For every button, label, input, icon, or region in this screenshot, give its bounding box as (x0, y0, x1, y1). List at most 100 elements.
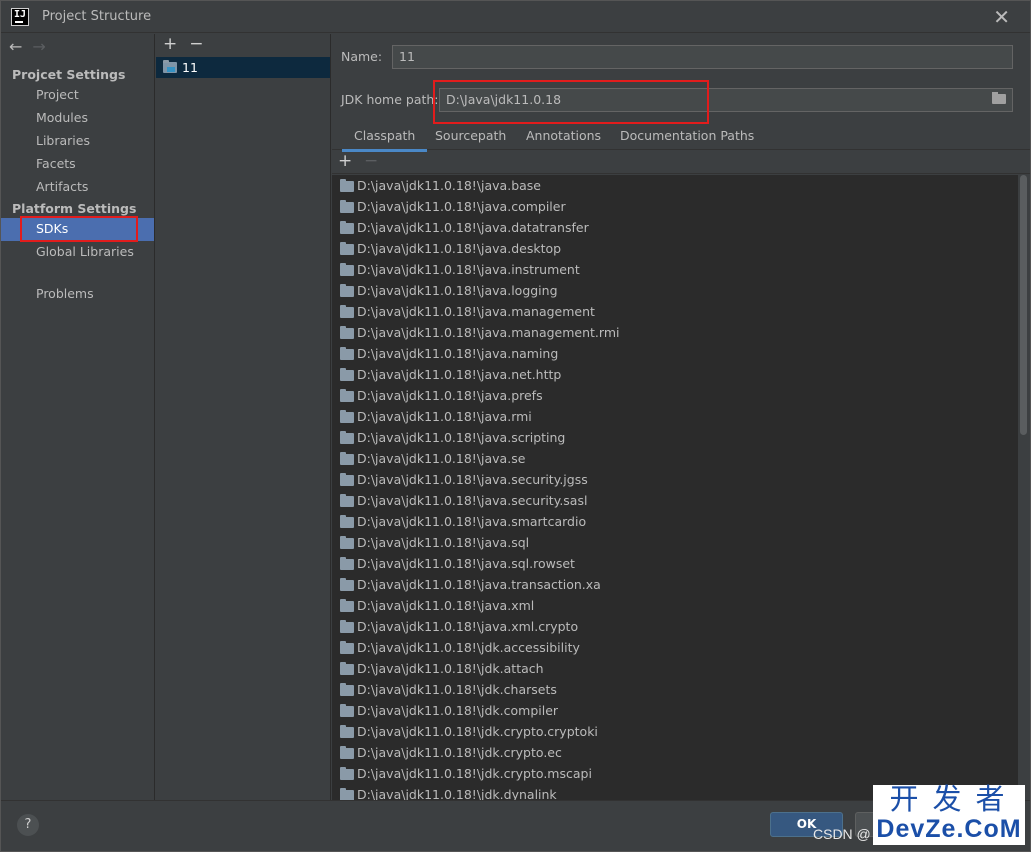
folder-icon (340, 410, 354, 423)
classpath-entry[interactable]: D:\java\jdk11.0.18!\jdk.crypto.ec (332, 742, 1018, 763)
browse-folder-icon[interactable] (992, 92, 1006, 104)
platform-settings-header: Platform Settings (12, 201, 137, 216)
name-label: Name: (341, 49, 383, 64)
classpath-entry-label: D:\java\jdk11.0.18!\java.compiler (357, 199, 566, 214)
project-settings-header: Projcet Settings (12, 67, 126, 82)
classpath-entry-label: D:\java\jdk11.0.18!\java.security.sasl (357, 493, 588, 508)
title-bar: IJ Project Structure ✕ (1, 1, 1030, 33)
folder-icon (340, 284, 354, 297)
forward-arrow-icon[interactable]: → (32, 37, 45, 56)
classpath-entry-label: D:\java\jdk11.0.18!\jdk.accessibility (357, 640, 580, 655)
back-arrow-icon[interactable]: ← (9, 37, 22, 56)
classpath-entry[interactable]: D:\java\jdk11.0.18!\java.xml (332, 595, 1018, 616)
sdk-details-pane: Name: 11 JDK home path: D:\Java\jdk11.0.… (332, 34, 1030, 800)
classpath-entry-label: D:\java\jdk11.0.18!\java.se (357, 451, 526, 466)
sidebar-item-project[interactable]: Project (1, 84, 154, 107)
classpath-entry[interactable]: D:\java\jdk11.0.18!\jdk.crypto.mscapi (332, 763, 1018, 784)
folder-icon (340, 179, 354, 192)
classpath-entry-label: D:\java\jdk11.0.18!\java.prefs (357, 388, 543, 403)
classpath-entry-label: D:\java\jdk11.0.18!\java.xml.crypto (357, 619, 579, 634)
help-button[interactable]: ? (17, 814, 39, 836)
classpath-entry[interactable]: D:\java\jdk11.0.18!\java.security.sasl (332, 490, 1018, 511)
sidebar-item-problems[interactable]: Problems (1, 283, 154, 306)
classpath-entry[interactable]: D:\java\jdk11.0.18!\java.management (332, 301, 1018, 322)
classpath-entry[interactable]: D:\java\jdk11.0.18!\java.base (332, 175, 1018, 196)
folder-icon (340, 662, 354, 675)
classpath-entry[interactable]: D:\java\jdk11.0.18!\jdk.attach (332, 658, 1018, 679)
classpath-entry[interactable]: D:\java\jdk11.0.18!\java.datatransfer (332, 217, 1018, 238)
classpath-entry[interactable]: D:\java\jdk11.0.18!\java.prefs (332, 385, 1018, 406)
classpath-entry-label: D:\java\jdk11.0.18!\jdk.compiler (357, 703, 559, 718)
sdk-list-item[interactable]: 11 (156, 57, 330, 78)
sidebar-item-global-libraries[interactable]: Global Libraries (1, 241, 154, 264)
classpath-entry[interactable]: D:\java\jdk11.0.18!\java.instrument (332, 259, 1018, 280)
sidebar-item-facets[interactable]: Facets (1, 153, 154, 176)
classpath-entry[interactable]: D:\java\jdk11.0.18!\java.xml.crypto (332, 616, 1018, 637)
tab-classpath[interactable]: Classpath (341, 128, 428, 152)
devze-watermark: 开发者 DevZe.CoM (873, 785, 1025, 845)
folder-icon (340, 389, 354, 402)
classpath-entry[interactable]: D:\java\jdk11.0.18!\java.naming (332, 343, 1018, 364)
name-field[interactable]: 11 (392, 45, 1013, 69)
classpath-entry-label: D:\java\jdk11.0.18!\java.xml (357, 598, 535, 613)
classpath-entry[interactable]: D:\java\jdk11.0.18!\jdk.charsets (332, 679, 1018, 700)
classpath-entry-label: D:\java\jdk11.0.18!\java.security.jgss (357, 472, 588, 487)
classpath-entry[interactable]: D:\java\jdk11.0.18!\java.rmi (332, 406, 1018, 427)
remove-sdk-button[interactable]: − (189, 34, 203, 54)
sdk-list-item-label: 11 (182, 60, 198, 75)
classpath-entry[interactable]: D:\java\jdk11.0.18!\java.se (332, 448, 1018, 469)
folder-icon (340, 599, 354, 612)
classpath-toolbar: + − (332, 150, 1030, 174)
classpath-entry[interactable]: D:\java\jdk11.0.18!\java.net.http (332, 364, 1018, 385)
folder-icon (340, 452, 354, 465)
classpath-entry-label: D:\java\jdk11.0.18!\java.desktop (357, 241, 562, 256)
add-classpath-button[interactable]: + (338, 151, 352, 171)
jdk-folder-icon (163, 60, 177, 73)
folder-icon (340, 263, 354, 276)
remove-classpath-button[interactable]: − (364, 151, 378, 171)
classpath-entry[interactable]: D:\java\jdk11.0.18!\java.compiler (332, 196, 1018, 217)
classpath-entry[interactable]: D:\java\jdk11.0.18!\jdk.crypto.cryptoki (332, 721, 1018, 742)
classpath-entry[interactable]: D:\java\jdk11.0.18!\java.scripting (332, 427, 1018, 448)
folder-icon (340, 725, 354, 738)
classpath-entry[interactable]: D:\java\jdk11.0.18!\java.desktop (332, 238, 1018, 259)
folder-icon (340, 515, 354, 528)
classpath-entry[interactable]: D:\java\jdk11.0.18!\java.sql.rowset (332, 553, 1018, 574)
folder-icon (340, 746, 354, 759)
classpath-entry-label: D:\java\jdk11.0.18!\java.datatransfer (357, 220, 589, 235)
tab-annotations[interactable]: Annotations (526, 128, 601, 143)
folder-icon (340, 536, 354, 549)
folder-icon (340, 767, 354, 780)
classpath-entry[interactable]: D:\java\jdk11.0.18!\java.transaction.xa (332, 574, 1018, 595)
sdk-list-pane: + − 11 (156, 34, 331, 800)
close-icon[interactable]: ✕ (993, 5, 1010, 29)
tab-documentation-paths[interactable]: Documentation Paths (620, 128, 754, 143)
sidebar-item-artifacts[interactable]: Artifacts (1, 176, 154, 199)
scroll-thumb[interactable] (1020, 175, 1027, 435)
sidebar-item-libraries[interactable]: Libraries (1, 130, 154, 153)
classpath-entry-label: D:\java\jdk11.0.18!\java.net.http (357, 367, 562, 382)
jdk-home-path-field[interactable]: D:\Java\jdk11.0.18 (439, 88, 1013, 112)
classpath-entry[interactable]: D:\java\jdk11.0.18!\jdk.accessibility (332, 637, 1018, 658)
folder-icon (340, 347, 354, 360)
classpath-entry[interactable]: D:\java\jdk11.0.18!\jdk.compiler (332, 700, 1018, 721)
folder-icon (340, 200, 354, 213)
tab-sourcepath[interactable]: Sourcepath (435, 128, 506, 143)
classpath-entry[interactable]: D:\java\jdk11.0.18!\java.sql (332, 532, 1018, 553)
folder-icon (340, 326, 354, 339)
sidebar-item-sdks[interactable]: SDKs (1, 218, 154, 241)
sidebar-item-modules[interactable]: Modules (1, 107, 154, 130)
csdn-watermark: CSDN @ (813, 826, 871, 842)
classpath-entry[interactable]: D:\java\jdk11.0.18!\java.smartcardio (332, 511, 1018, 532)
add-sdk-button[interactable]: + (163, 34, 177, 54)
classpath-entry-label: D:\java\jdk11.0.18!\java.smartcardio (357, 514, 587, 529)
classpath-entry[interactable]: D:\java\jdk11.0.18!\java.logging (332, 280, 1018, 301)
classpath-entry-label: D:\java\jdk11.0.18!\java.rmi (357, 409, 532, 424)
classpath-entry-label: D:\java\jdk11.0.18!\jdk.crypto.mscapi (357, 766, 592, 781)
watermark-top-text: 开发者 (889, 784, 1019, 816)
classpath-entry[interactable]: D:\java\jdk11.0.18!\java.security.jgss (332, 469, 1018, 490)
folder-icon (340, 431, 354, 444)
classpath-entry[interactable]: D:\java\jdk11.0.18!\java.management.rmi (332, 322, 1018, 343)
folder-icon (340, 368, 354, 381)
classpath-scrollbar[interactable] (1018, 175, 1030, 800)
